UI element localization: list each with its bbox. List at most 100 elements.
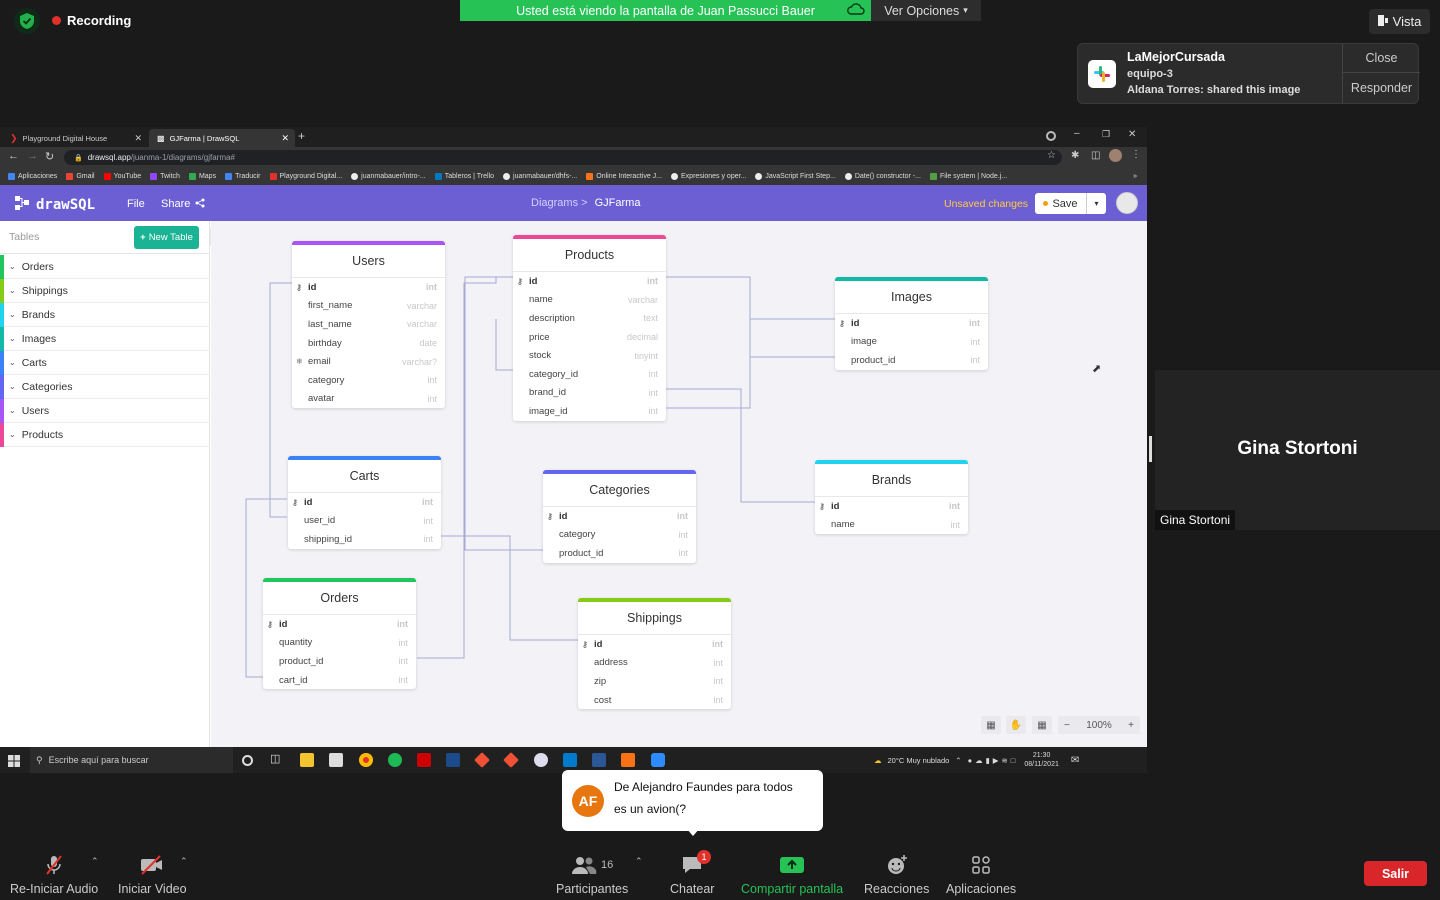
sidebar-item-products[interactable]: ⌄ Products	[0, 423, 210, 447]
tray-icons[interactable]: ●☁▮▶≋□	[968, 756, 1019, 765]
table-images[interactable]: Images ⚷ id int image int product_id int	[835, 277, 988, 370]
participants-button[interactable]: 16 Participantes	[556, 854, 628, 896]
table-column-row[interactable]: price decimal	[513, 328, 666, 347]
table-title[interactable]: Categories	[543, 474, 696, 507]
extensions-icon[interactable]: ✱	[1071, 150, 1079, 161]
video-button[interactable]: Iniciar Video	[118, 854, 187, 896]
windows-search-input[interactable]: ⚲ Escribe aquí para buscar	[30, 747, 233, 773]
tray-chevron-icon[interactable]: ⌃	[955, 756, 961, 765]
cortana-icon[interactable]	[242, 755, 253, 766]
side-panel-icon[interactable]: ◫	[1091, 150, 1100, 161]
table-column-row[interactable]: avatar int	[292, 390, 445, 409]
table-column-row[interactable]: first_name varchar	[292, 297, 445, 316]
table-title[interactable]: Orders	[263, 582, 416, 615]
notifications-icon[interactable]: ✉	[1071, 755, 1079, 766]
table-column-row[interactable]: ⚷ id int	[543, 507, 696, 526]
table-column-row[interactable]: product_id int	[835, 351, 988, 370]
table-column-row[interactable]: ⚷ id int	[513, 272, 666, 291]
bookmark-translate[interactable]: Traducir	[225, 173, 261, 180]
chevron-down-icon[interactable]: ⌄	[9, 310, 16, 319]
table-title[interactable]: Images	[835, 281, 988, 314]
video-options-chevron-icon[interactable]: ⌃	[180, 856, 188, 867]
database-tool-icon[interactable]	[592, 753, 606, 767]
sidebar-item-orders[interactable]: ⌄ Orders	[0, 255, 210, 279]
table-categories[interactable]: Categories ⚷ id int category int product_id int	[543, 470, 696, 563]
chevron-down-icon[interactable]: ⌄	[9, 406, 16, 415]
grid-icon[interactable]: ▦	[1032, 716, 1052, 734]
table-carts[interactable]: Carts ⚷ id int user_id int shipping_id int	[288, 456, 441, 549]
table-column-row[interactable]: ⚷ id int	[835, 314, 988, 333]
bookmark-maps[interactable]: Maps	[188, 173, 216, 180]
table-column-row[interactable]: ⚷ id int	[292, 278, 445, 297]
profile-avatar[interactable]	[1109, 149, 1122, 162]
slack-notification[interactable]: LaMejorCursada equipo-3 Aldana Torres: s…	[1077, 43, 1420, 104]
table-title[interactable]: Brands	[815, 464, 968, 497]
bookmarks-more[interactable]: »	[1133, 173, 1137, 180]
reload-icon[interactable]: ↻	[45, 150, 54, 163]
slack-taskbar-icon[interactable]	[534, 753, 548, 767]
task-view-icon[interactable]: ◫	[270, 752, 284, 766]
close-tab-icon[interactable]: ✕	[134, 133, 142, 144]
restore-icon[interactable]: ❐	[1102, 129, 1110, 140]
save-options-chevron-icon[interactable]: ▾	[1087, 199, 1106, 208]
chevron-down-icon[interactable]: ⌄	[9, 358, 16, 367]
audio-options-chevron-icon[interactable]: ⌃	[91, 856, 99, 867]
table-title[interactable]: Users	[292, 245, 445, 278]
table-column-row[interactable]: birthday date	[292, 334, 445, 353]
clock[interactable]: 21:30 08/11/2021	[1024, 751, 1059, 769]
table-column-row[interactable]: address int	[578, 654, 731, 673]
sidebar-item-categories[interactable]: ⌄ Categories	[0, 375, 210, 399]
url-input[interactable]: 🔒 drawsql.app/juanma-1/diagrams/gjfarma#	[64, 150, 1062, 165]
git-icon[interactable]	[474, 752, 490, 768]
file-menu[interactable]: File	[127, 198, 145, 210]
bookmark-online-interactive[interactable]: Online Interactive J...	[586, 173, 662, 180]
share-screen-button[interactable]: Compartir pantalla	[741, 854, 843, 896]
new-table-button[interactable]: + New Table	[134, 226, 199, 249]
bookmark-expresiones[interactable]: Expresiones y oper...	[671, 173, 746, 180]
table-column-row[interactable]: category int	[543, 526, 696, 545]
vscode-icon[interactable]	[563, 753, 577, 767]
bookmark-gmail[interactable]: Gmail	[66, 173, 95, 180]
table-column-row[interactable]: ❄ email varchar?	[292, 352, 445, 371]
file-explorer-icon[interactable]	[300, 753, 314, 767]
chevron-down-icon[interactable]: ⌄	[9, 286, 16, 295]
reactions-button[interactable]: Reacciones	[864, 854, 929, 896]
table-column-row[interactable]: description text	[513, 309, 666, 328]
table-users[interactable]: Users ⚷ id int first_name varchar last_name var…	[292, 241, 445, 409]
table-column-row[interactable]: quantity int	[263, 634, 416, 653]
video-app-icon[interactable]	[417, 753, 431, 767]
table-title[interactable]: Products	[513, 239, 666, 272]
view-options-button[interactable]: Ver Opciones ▾	[871, 0, 981, 21]
table-title[interactable]: Carts	[288, 460, 441, 493]
profile-record-icon[interactable]	[1046, 131, 1056, 141]
table-column-row[interactable]: product_id int	[543, 544, 696, 563]
bookmark-playground[interactable]: Playground Digital...	[269, 173, 342, 180]
zoom-in-icon[interactable]: +	[1128, 720, 1134, 731]
table-column-row[interactable]: name int	[815, 516, 968, 535]
table-products[interactable]: Products ⚷ id int name varchar description text…	[513, 235, 666, 421]
table-column-row[interactable]: image_id int	[513, 402, 666, 421]
back-icon[interactable]: ←	[8, 150, 19, 162]
table-column-row[interactable]: zip int	[578, 672, 731, 691]
table-column-row[interactable]: category_id int	[513, 365, 666, 384]
forward-icon[interactable]: →	[27, 150, 38, 162]
fit-view-icon[interactable]: ▦	[981, 716, 1001, 734]
tab-playground[interactable]: ❯ Playground Digital House ✕	[2, 129, 148, 147]
git-gui-icon[interactable]	[503, 752, 519, 768]
table-column-row[interactable]: ⚷ id int	[578, 635, 731, 654]
table-column-row[interactable]: cart_id int	[263, 671, 416, 690]
chat-message-popup[interactable]: AF De Alejandro Faundes para todos es un…	[562, 770, 823, 836]
steam-icon[interactable]	[446, 753, 460, 767]
table-column-row[interactable]: user_id int	[288, 512, 441, 531]
spotify-icon[interactable]	[388, 753, 402, 767]
leave-meeting-button[interactable]: Salir	[1364, 861, 1427, 886]
chevron-down-icon[interactable]: ⌄	[9, 382, 16, 391]
table-orders[interactable]: Orders ⚷ id int quantity int product_id int cart…	[263, 578, 416, 690]
user-avatar[interactable]	[1116, 192, 1138, 214]
security-shield-icon[interactable]	[14, 8, 40, 34]
sidebar-item-shippings[interactable]: ⌄ Shippings	[0, 279, 210, 303]
xampp-icon[interactable]	[621, 753, 635, 767]
table-column-row[interactable]: shipping_id int	[288, 530, 441, 549]
zoom-out-icon[interactable]: −	[1064, 720, 1070, 731]
bookmark-star-icon[interactable]: ☆	[1047, 150, 1056, 161]
